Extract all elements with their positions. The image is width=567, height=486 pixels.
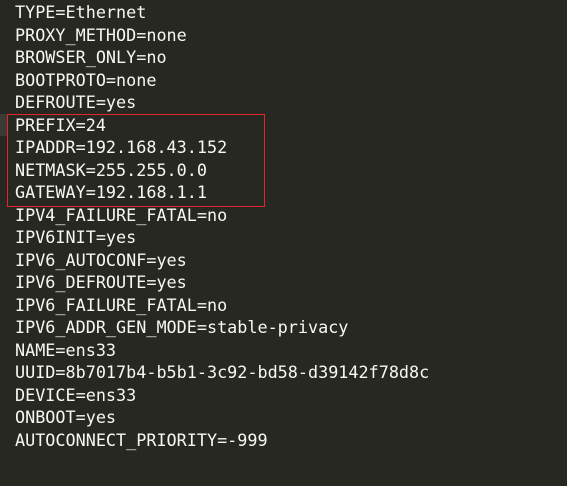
config-line[interactable]: IPADDR=192.168.43.152 (0, 136, 567, 159)
config-line[interactable]: NAME=ens33 (0, 339, 567, 362)
config-line[interactable]: BROWSER_ONLY=no (0, 46, 567, 69)
config-line[interactable]: UUID=8b7017b4-b5b1-3c92-bd58-d39142f78d8… (0, 361, 567, 384)
config-line[interactable]: DEVICE=ens33 (0, 384, 567, 407)
config-line[interactable]: NETMASK=255.255.0.0 (0, 159, 567, 182)
config-line[interactable]: ONBOOT=yes (0, 406, 567, 429)
config-line[interactable]: BOOTPROTO=none (0, 69, 567, 92)
config-line[interactable]: PROXY_METHOD=none (0, 24, 567, 47)
config-line[interactable]: IPV6_DEFROUTE=yes (0, 271, 567, 294)
config-line[interactable]: IPV6INIT=yes (0, 226, 567, 249)
config-line[interactable]: IPV6_FAILURE_FATAL=no (0, 294, 567, 317)
text-editor[interactable]: TYPE=Ethernet PROXY_METHOD=none BROWSER_ON… (0, 1, 567, 451)
config-line[interactable]: IPV6_ADDR_GEN_MODE=stable-privacy (0, 316, 567, 339)
config-line[interactable]: TYPE=Ethernet (0, 1, 567, 24)
config-line[interactable]: PREFIX=24 (0, 113, 567, 136)
config-line[interactable]: AUTOCONNECT_PRIORITY=-999 (0, 429, 567, 452)
config-line[interactable]: DEFROUTE=yes (0, 91, 567, 114)
config-line[interactable]: GATEWAY=192.168.1.1 (0, 181, 567, 204)
config-line[interactable]: IPV4_FAILURE_FATAL=no (0, 204, 567, 227)
config-line[interactable]: IPV6_AUTOCONF=yes (0, 249, 567, 272)
